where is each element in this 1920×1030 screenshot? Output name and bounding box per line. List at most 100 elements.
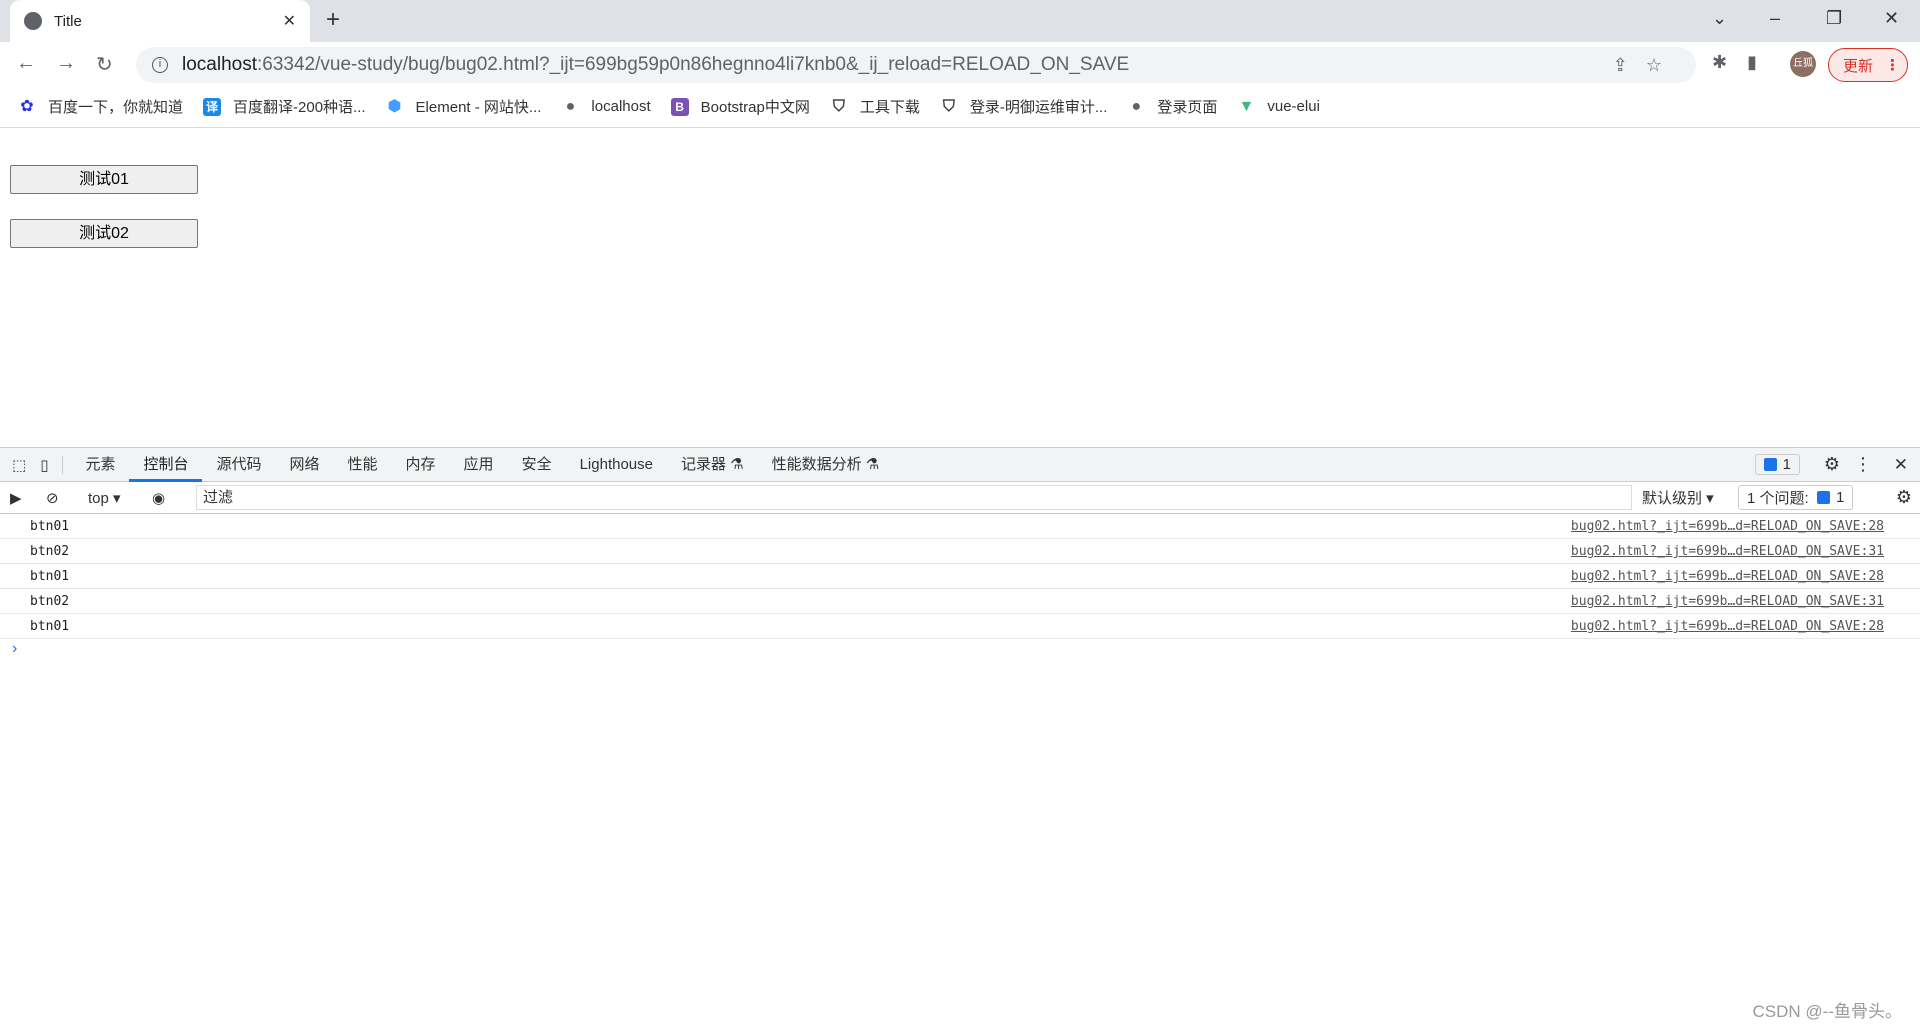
reload-icon[interactable]: ↻ bbox=[96, 52, 113, 77]
devtools-tab[interactable]: 内存 bbox=[392, 448, 450, 482]
close-tab-icon[interactable]: ✕ bbox=[283, 11, 296, 31]
devtools-tab[interactable]: 控制台 bbox=[129, 448, 203, 482]
shield-icon: ⛉ bbox=[832, 97, 845, 115]
log-message: btn02 bbox=[30, 594, 70, 609]
url-host: localhost bbox=[182, 54, 257, 75]
bookmark-label: localhost bbox=[591, 98, 651, 115]
log-level-value: 默认级别 bbox=[1642, 490, 1703, 507]
devtools-tab[interactable]: 性能数据分析 ⚗ bbox=[758, 448, 894, 482]
devtools-panel: ⬚ ▯ 元素 控制台 源代码 网络 性能 内存 应用 安全 Lighthouse 记录器 ⚗ 性能数… bbox=[0, 447, 1920, 1030]
globe-icon bbox=[24, 12, 42, 30]
bookmark-item[interactable]: ⛉ 工具下载 bbox=[830, 96, 920, 117]
issues-badge-count: 1 bbox=[1782, 456, 1791, 473]
bootstrap-icon: B bbox=[670, 97, 689, 116]
test01-button[interactable]: 测试01 bbox=[10, 165, 198, 194]
context-value: top bbox=[88, 489, 109, 507]
paw-icon: ✿ bbox=[20, 97, 34, 115]
shield-icon: ⛉ bbox=[942, 97, 955, 115]
bookmark-item[interactable]: ✿ 百度一下，你就知道 bbox=[18, 96, 183, 117]
devtools-tab[interactable]: 应用 bbox=[450, 448, 508, 482]
issues-count: 1 bbox=[1836, 489, 1845, 506]
tab-title: Title bbox=[54, 12, 82, 30]
browser-tab[interactable]: Title ✕ bbox=[10, 0, 310, 42]
bookmark-item[interactable]: ⛉ 登录-明御运维审计... bbox=[940, 96, 1108, 117]
bookmark-label: 登录-明御运维审计... bbox=[969, 99, 1108, 116]
devtools-tab[interactable]: 网络 bbox=[276, 448, 334, 482]
update-button[interactable]: 更新 ⋮ bbox=[1828, 48, 1908, 82]
side-panel-icon[interactable]: ▮ bbox=[1747, 52, 1757, 72]
minimize-button[interactable]: – bbox=[1770, 8, 1780, 29]
share-icon[interactable]: ⇪ bbox=[1613, 55, 1646, 75]
log-message: btn01 bbox=[30, 519, 70, 534]
globe-icon: ● bbox=[565, 97, 576, 115]
devtools-tab[interactable]: Lighthouse bbox=[566, 448, 667, 482]
bookmark-label: 工具下载 bbox=[859, 99, 920, 116]
console-row: btn02 bug02.html?_ijt=699b…d=RELOAD_ON_SA… bbox=[0, 589, 1920, 614]
bookmark-item[interactable]: ● 登录页面 bbox=[1127, 96, 1218, 117]
close-devtools-icon[interactable]: ✕ bbox=[1894, 455, 1908, 475]
globe-icon: ● bbox=[1131, 97, 1142, 115]
address-bar[interactable]: i localhost:63342/vue-study/bug/bug02.ht… bbox=[136, 47, 1696, 83]
bookmark-item[interactable]: ⬢ Element - 网站快... bbox=[386, 96, 542, 117]
bookmark-label: 登录页面 bbox=[1157, 99, 1218, 116]
eye-icon[interactable]: ◉ bbox=[152, 489, 165, 507]
devtools-tab[interactable]: 性能 bbox=[334, 448, 392, 482]
bookmark-label: 百度翻译-200种语... bbox=[233, 99, 366, 116]
source-link[interactable]: bug02.html?_ijt=699b…d=RELOAD_ON_SAVE:28 bbox=[1571, 564, 1884, 589]
bookmark-item[interactable]: ● localhost bbox=[561, 97, 651, 116]
vue-icon: ▼ bbox=[1238, 97, 1255, 115]
test02-button[interactable]: 测试02 bbox=[10, 219, 198, 248]
settings-gear-icon[interactable]: ⚙ bbox=[1824, 454, 1840, 475]
url-path: :63342/vue-study/bug/bug02.html?_ijt=699… bbox=[257, 54, 1130, 75]
devtools-tab[interactable]: 安全 bbox=[508, 448, 566, 482]
bookmark-item[interactable]: B Bootstrap中文网 bbox=[670, 96, 810, 117]
bookmarks-bar: ✿ 百度一下，你就知道 译百度翻译-200种语... ⬢ Element - 网站快..… bbox=[0, 86, 1920, 128]
source-link[interactable]: bug02.html?_ijt=699b…d=RELOAD_ON_SAVE:28 bbox=[1571, 514, 1884, 539]
avatar[interactable]: 丘狐 bbox=[1790, 51, 1816, 77]
devtools-tab[interactable]: 记录器 ⚗ bbox=[667, 448, 758, 482]
source-link[interactable]: bug02.html?_ijt=699b…d=RELOAD_ON_SAVE:28 bbox=[1571, 614, 1884, 639]
more-menu-icon[interactable]: ⋮ bbox=[1854, 454, 1872, 475]
inspect-icon[interactable]: ⬚ bbox=[0, 456, 36, 474]
translate-icon: 译 bbox=[203, 97, 222, 116]
bookmark-label: Element - 网站快... bbox=[415, 99, 542, 116]
menu-icon[interactable]: ⋮ bbox=[1885, 56, 1900, 74]
devtools-tab[interactable]: 元素 bbox=[71, 448, 129, 482]
source-link[interactable]: bug02.html?_ijt=699b…d=RELOAD_ON_SAVE:31 bbox=[1571, 539, 1884, 564]
bookmark-star-icon[interactable]: ☆ bbox=[1646, 55, 1680, 75]
log-message: btn01 bbox=[30, 619, 70, 634]
devtools-tab[interactable]: 源代码 bbox=[202, 448, 275, 482]
log-message: btn02 bbox=[30, 544, 70, 559]
tab-search-icon[interactable]: ⌄ bbox=[1712, 8, 1727, 29]
forward-icon[interactable]: → bbox=[56, 52, 76, 75]
new-tab-button[interactable]: + bbox=[326, 6, 340, 34]
message-icon bbox=[1763, 458, 1777, 471]
console-messages: btn01 bug02.html?_ijt=699b…d=RELOAD_ON_SA… bbox=[0, 514, 1920, 639]
log-message: btn01 bbox=[30, 569, 70, 584]
sidebar-toggle-icon[interactable]: ▶ bbox=[10, 489, 22, 507]
extensions-icon[interactable]: ✱ bbox=[1712, 52, 1727, 72]
back-icon[interactable]: ← bbox=[16, 52, 36, 75]
filter-input[interactable]: 过滤 bbox=[196, 485, 1632, 510]
message-icon bbox=[1817, 491, 1831, 504]
issues-badge[interactable]: 1 bbox=[1754, 454, 1800, 475]
issues-button[interactable]: 1 个问题: 1 bbox=[1738, 485, 1854, 510]
console-row: btn01 bug02.html?_ijt=699b…d=RELOAD_ON_SA… bbox=[0, 614, 1920, 639]
bookmark-label: Bootstrap中文网 bbox=[700, 99, 810, 116]
devtools-tabs: ⬚ ▯ 元素 控制台 源代码 网络 性能 内存 应用 安全 Lighthouse 记录器 ⚗ 性能数… bbox=[0, 448, 1920, 482]
console-row: btn02 bug02.html?_ijt=699b…d=RELOAD_ON_SA… bbox=[0, 539, 1920, 564]
bookmark-item[interactable]: 译百度翻译-200种语... bbox=[203, 96, 366, 117]
restore-button[interactable]: ❐ bbox=[1826, 8, 1842, 29]
watermark: CSDN @--鱼骨头。 bbox=[1752, 1002, 1902, 1021]
context-select[interactable]: top ▾ bbox=[88, 489, 121, 507]
source-link[interactable]: bug02.html?_ijt=699b…d=RELOAD_ON_SAVE:31 bbox=[1571, 589, 1884, 614]
info-icon[interactable]: i bbox=[152, 57, 168, 73]
update-label: 更新 bbox=[1843, 57, 1874, 75]
clear-console-icon[interactable]: ⊘ bbox=[46, 489, 59, 507]
console-prompt[interactable]: › bbox=[12, 640, 17, 658]
console-settings-icon[interactable]: ⚙ bbox=[1896, 487, 1912, 508]
close-window-button[interactable]: ✕ bbox=[1884, 8, 1899, 29]
bookmark-item[interactable]: ▼ vue-elui bbox=[1237, 97, 1319, 116]
device-toolbar-icon[interactable]: ▯ bbox=[36, 455, 64, 474]
log-level-select[interactable]: 默认级别 ▾ bbox=[1642, 487, 1714, 508]
